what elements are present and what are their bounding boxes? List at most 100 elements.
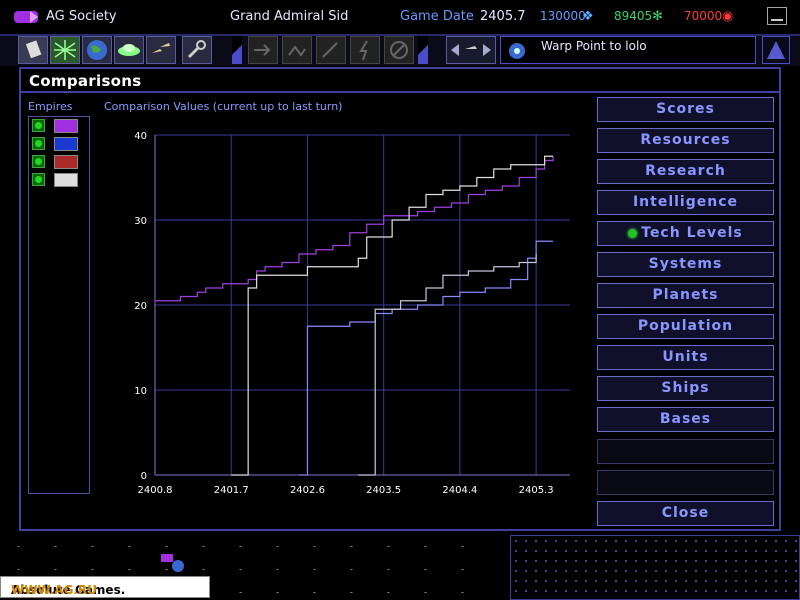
side-button-intelligence[interactable]: Intelligence	[597, 190, 774, 215]
selected-indicator-icon	[628, 228, 638, 238]
empire-toggle-1[interactable]	[32, 119, 45, 132]
series-line-2	[231, 155, 554, 476]
toolbar-cycle-button[interactable]	[446, 36, 496, 64]
move-arrow-icon	[254, 44, 271, 56]
galaxy-grid-icon	[54, 40, 76, 60]
side-button-label: Resources	[640, 132, 731, 148]
y-tick-label: 10	[134, 386, 147, 397]
toolbar-fire-button[interactable]	[350, 36, 380, 64]
close-button[interactable]: Close	[597, 501, 774, 526]
watermark: Absolute Games. WWW.AG.RU	[0, 576, 210, 598]
empire-icon-4	[54, 173, 78, 187]
empty-slot-1	[597, 439, 774, 464]
x-tick-label: 2404.4	[442, 485, 477, 496]
radioactives-value: 70000	[684, 9, 723, 23]
side-button-ships[interactable]: Ships	[597, 376, 774, 401]
ships-icon	[152, 43, 170, 53]
minimap-grid[interactable]	[510, 535, 800, 600]
side-button-tech-levels[interactable]: Tech Levels	[597, 221, 774, 246]
toolbar-attack-button[interactable]	[316, 36, 346, 64]
message-text: Warp Point to lolo	[541, 39, 647, 53]
x-tick-label: 2403.5	[366, 485, 401, 496]
message-bar[interactable]: Warp Point to lolo	[500, 36, 756, 64]
attack-icon	[322, 42, 338, 58]
side-button-label: Population	[637, 318, 734, 334]
y-tick-label: 20	[134, 301, 147, 312]
side-button-label: Units	[662, 349, 709, 365]
colony-icon	[118, 44, 140, 56]
warp-point-icon	[509, 43, 525, 59]
side-button-units[interactable]: Units	[597, 345, 774, 370]
organics-value: 89405	[614, 9, 653, 23]
side-button-planets[interactable]: Planets	[597, 283, 774, 308]
game-date-label: Game Date	[400, 9, 474, 24]
organics-icon: ✻	[652, 9, 663, 24]
y-tick-label: 40	[134, 131, 147, 142]
wrench-icon	[187, 40, 206, 59]
path-icon	[288, 45, 306, 57]
side-button-label: Ships	[661, 380, 710, 396]
player-name: Grand Admiral Sid	[230, 9, 349, 24]
empire-toggle-4[interactable]	[32, 173, 45, 186]
comparison-chart: 0 10 20 30 40 2400.8 2401.7 2402.6 2403.5 2404.4 2…	[134, 131, 570, 496]
side-button-label: Systems	[648, 256, 723, 272]
toolbar-cancel-button[interactable]	[384, 36, 414, 64]
toolbar: Warp Point to lolo	[0, 36, 800, 66]
document-icon	[25, 40, 42, 59]
minerals-value: 130000	[540, 9, 586, 23]
side-button-label: Intelligence	[632, 194, 739, 210]
series-line-3	[298, 240, 554, 476]
minimize-icon	[771, 19, 783, 21]
toolbar-path-button[interactable]	[282, 36, 312, 64]
toolbar-design-button[interactable]	[182, 36, 212, 64]
empires-label: Empires	[28, 100, 73, 113]
empty-slot-2	[597, 470, 774, 495]
triangle-up-icon	[767, 41, 785, 59]
side-button-label: Scores	[656, 101, 715, 117]
side-button-research[interactable]: Research	[597, 159, 774, 184]
x-tick-label: 2400.8	[138, 485, 173, 496]
cancel-icon	[390, 41, 408, 59]
cycle-arrows-icon	[451, 44, 491, 56]
comparison-values-label: Comparison Values (current up to last tu…	[104, 100, 343, 113]
y-tick-label: 0	[141, 471, 147, 482]
side-button-label: Planets	[652, 287, 719, 303]
side-button-systems[interactable]: Systems	[597, 252, 774, 277]
minimize-button[interactable]	[767, 7, 787, 25]
side-button-population[interactable]: Population	[597, 314, 774, 339]
toolbar-colonies-button[interactable]	[114, 36, 144, 64]
side-button-scores[interactable]: Scores	[597, 97, 774, 122]
series-line-4	[358, 254, 537, 476]
top-status-bar: AG Society Grand Admiral Sid Game Date 2…	[0, 0, 800, 36]
lightning-icon	[359, 40, 368, 61]
empire-icon-1	[54, 119, 78, 133]
game-date-value: 2405.7	[480, 9, 526, 24]
watermark-url: WWW.AG.RU	[11, 583, 97, 597]
window-title: Comparisons	[29, 72, 142, 90]
x-tick-label: 2405.3	[519, 485, 554, 496]
side-button-resources[interactable]: Resources	[597, 128, 774, 153]
toolbar-planets-button[interactable]	[82, 36, 112, 64]
toolbar-separator	[232, 36, 242, 64]
empire-toggle-2[interactable]	[32, 137, 45, 150]
side-button-label: Bases	[659, 411, 712, 427]
empire-icon-2	[54, 137, 78, 151]
side-button-label: Tech Levels	[641, 225, 743, 241]
toolbar-separator	[418, 36, 428, 64]
y-tick-label: 30	[134, 216, 147, 227]
empire-toggle-3[interactable]	[32, 155, 45, 168]
message-scroll-up-button[interactable]	[762, 36, 790, 64]
x-tick-label: 2402.6	[290, 485, 325, 496]
x-tick-label: 2401.7	[214, 485, 249, 496]
empire-flag-icon[interactable]	[14, 9, 40, 25]
side-button-bases[interactable]: Bases	[597, 407, 774, 432]
toolbar-galaxy-map-button[interactable]	[50, 36, 80, 64]
empire-name: AG Society	[46, 9, 117, 24]
empire-icon-3	[54, 155, 78, 169]
toolbar-log-button[interactable]	[18, 36, 48, 64]
planet-icon	[87, 40, 107, 60]
toolbar-ships-button[interactable]	[146, 36, 176, 64]
ship-sprite-icon	[161, 554, 184, 572]
minerals-icon: ❖	[582, 9, 594, 24]
toolbar-move-button[interactable]	[248, 36, 278, 64]
